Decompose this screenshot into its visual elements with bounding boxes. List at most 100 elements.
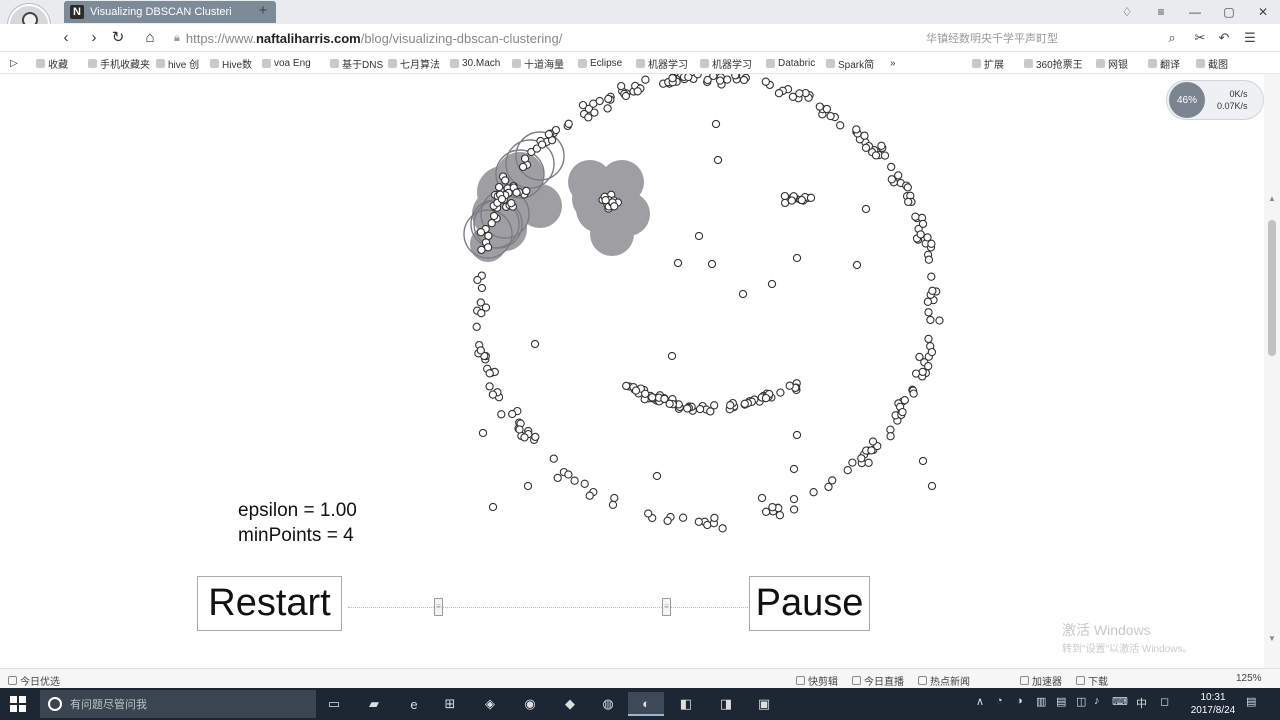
bookmark-item[interactable]: hive 创 bbox=[156, 56, 199, 71]
bookmark-item[interactable]: 基于DNS bbox=[330, 56, 383, 71]
store-icon[interactable]: ⊞ bbox=[432, 692, 468, 716]
data-point bbox=[739, 75, 749, 85]
bookmark-item[interactable]: Databric bbox=[766, 56, 815, 70]
status-item[interactable]: 加速器 bbox=[1020, 673, 1062, 688]
data-point bbox=[767, 279, 777, 289]
bookmark-item[interactable]: 十道海量 bbox=[512, 56, 564, 71]
tab-dbscan[interactable]: N Visualizing DBSCAN Clusteri bbox=[64, 1, 276, 23]
bookmark-item[interactable]: 收藏 bbox=[36, 56, 68, 71]
bookmark-item[interactable]: 截图 bbox=[1196, 56, 1228, 71]
bookmark-item[interactable]: 30.Mach bbox=[450, 56, 500, 70]
undo-icon[interactable]: ↶ bbox=[1214, 28, 1234, 48]
data-point bbox=[795, 89, 804, 98]
bookmark-item[interactable]: Spark简 bbox=[826, 56, 874, 71]
scrollbar-thumb[interactable] bbox=[1268, 220, 1276, 356]
scroll-up-icon[interactable]: ▲ bbox=[1264, 192, 1280, 206]
address-bar[interactable]: 🔒︎ https://www.naftaliharris.com/blog/vi… bbox=[174, 28, 894, 48]
data-point bbox=[488, 390, 498, 399]
home-icon[interactable]: ⌂ bbox=[140, 28, 160, 48]
bookmark-item[interactable]: 翻译 bbox=[1148, 56, 1180, 71]
bookmark-item[interactable]: 360抢票王 bbox=[1024, 56, 1083, 71]
tray-icon[interactable]: ▥ bbox=[1036, 695, 1046, 708]
volume-icon[interactable]: ♪ bbox=[1094, 695, 1100, 707]
lock-icon: 🔒︎ bbox=[174, 31, 180, 44]
bookmarks-more-icon[interactable]: » bbox=[890, 56, 896, 70]
bookmark-item[interactable]: 网银 bbox=[1096, 56, 1128, 71]
vertical-scrollbar[interactable]: ▲ ▼ bbox=[1264, 74, 1280, 668]
slider-track bbox=[348, 607, 748, 608]
network-speed-widget[interactable]: 46% 0K/s 0.07K/s bbox=[1166, 80, 1264, 120]
epsilon-slider-handle[interactable]: ≡ bbox=[434, 598, 443, 616]
status-item[interactable]: 快剪辑 bbox=[796, 673, 838, 688]
status-item[interactable]: 热点新闻 bbox=[918, 673, 970, 688]
cut-icon[interactable]: ✂ bbox=[1190, 28, 1210, 48]
app-icon[interactable]: ◆ bbox=[552, 692, 588, 716]
app-icon[interactable]: ▣ bbox=[746, 692, 782, 716]
menu-icon[interactable]: ≡ bbox=[1144, 0, 1178, 24]
forward-icon[interactable]: › bbox=[84, 28, 104, 48]
bookmark-item[interactable]: 扩展 bbox=[972, 56, 1004, 71]
bookmark-item[interactable]: 机器学习 bbox=[700, 56, 752, 71]
tray-icon[interactable]: ◔ bbox=[996, 695, 1003, 707]
network-icon[interactable]: ◫ bbox=[1076, 695, 1086, 708]
tray-icon[interactable]: ▤ bbox=[1056, 695, 1066, 708]
extensions-icon[interactable]: ☰ bbox=[1240, 28, 1260, 48]
data-point bbox=[740, 399, 749, 408]
data-point bbox=[886, 432, 895, 441]
status-item[interactable]: 今日直播 bbox=[852, 673, 904, 688]
news-ticker[interactable]: 华镇经数明央千学平声町型 bbox=[926, 30, 1076, 46]
zoom-level[interactable]: 125% bbox=[1236, 673, 1262, 684]
ime-indicator[interactable]: 中 bbox=[1136, 695, 1147, 711]
new-tab-button[interactable]: + bbox=[256, 2, 270, 20]
reload-icon[interactable]: ↻ bbox=[108, 28, 128, 48]
tray-icon[interactable]: ◻ bbox=[1160, 695, 1169, 708]
data-point bbox=[477, 245, 486, 255]
scroll-down-icon[interactable]: ▼ bbox=[1264, 632, 1280, 646]
notifications-icon[interactable]: ▤ bbox=[1246, 695, 1256, 708]
minpoints-slider-handle[interactable]: ≡ bbox=[662, 598, 671, 616]
data-point bbox=[797, 195, 806, 205]
file-explorer-icon[interactable]: ▰ bbox=[356, 692, 392, 716]
tray-expand-icon[interactable]: ∧ bbox=[976, 695, 984, 708]
back-icon[interactable]: ‹ bbox=[56, 28, 76, 48]
data-point bbox=[476, 228, 486, 237]
data-point bbox=[665, 399, 674, 408]
search-icon[interactable]: ⌕ bbox=[1162, 28, 1182, 48]
skin-icon[interactable]: ♢ bbox=[1110, 0, 1144, 24]
edge-icon[interactable]: e bbox=[396, 692, 432, 716]
status-item[interactable]: 下载 bbox=[1076, 673, 1108, 688]
download-rate: 0.07K/s bbox=[1217, 101, 1248, 111]
tray-icon[interactable]: ◑ bbox=[1016, 695, 1023, 707]
bookmark-item[interactable]: Eclipse bbox=[578, 56, 622, 70]
bookmark-item[interactable]: 手机收藏夹 bbox=[88, 56, 150, 71]
close-button[interactable]: ✕ bbox=[1246, 0, 1280, 24]
data-point bbox=[928, 286, 937, 295]
data-point bbox=[487, 219, 496, 228]
restart-button[interactable]: Restart bbox=[197, 576, 342, 631]
pause-button[interactable]: Pause bbox=[749, 576, 870, 631]
keyboard-icon[interactable]: ⌨ bbox=[1112, 695, 1128, 708]
cortana-search-box[interactable]: 有问题尽管问我 bbox=[40, 690, 316, 718]
maximize-button[interactable]: ▢ bbox=[1212, 0, 1246, 24]
data-point bbox=[915, 352, 924, 362]
minimize-button[interactable]: — bbox=[1178, 0, 1212, 24]
bookmarks-toggle-icon[interactable]: ▷ bbox=[10, 56, 18, 70]
data-point bbox=[924, 362, 933, 371]
windows-start-icon[interactable] bbox=[10, 696, 26, 712]
app-icon[interactable]: ◉ bbox=[512, 692, 548, 716]
task-view-icon[interactable]: ▭ bbox=[316, 692, 352, 716]
status-today-picks[interactable]: 今日优选 bbox=[8, 673, 60, 688]
data-point bbox=[780, 191, 790, 201]
bookmark-item[interactable]: Hive数 bbox=[210, 56, 252, 71]
system-clock[interactable]: 10:31 2017/8/24 bbox=[1186, 691, 1240, 717]
bookmark-item[interactable]: 机器学习 bbox=[636, 56, 688, 71]
bookmark-item[interactable]: 七月算法 bbox=[388, 56, 440, 71]
chrome-icon[interactable]: ◍ bbox=[590, 692, 626, 716]
app-icon[interactable]: ◧ bbox=[668, 692, 704, 716]
browser-360-icon[interactable]: ◐ bbox=[628, 692, 664, 716]
data-point bbox=[792, 430, 802, 440]
app-icon[interactable]: ◨ bbox=[708, 692, 744, 716]
bookmark-item[interactable]: voa Eng bbox=[262, 56, 311, 70]
data-point bbox=[476, 346, 485, 355]
app-icon[interactable]: ◈ bbox=[472, 692, 508, 716]
